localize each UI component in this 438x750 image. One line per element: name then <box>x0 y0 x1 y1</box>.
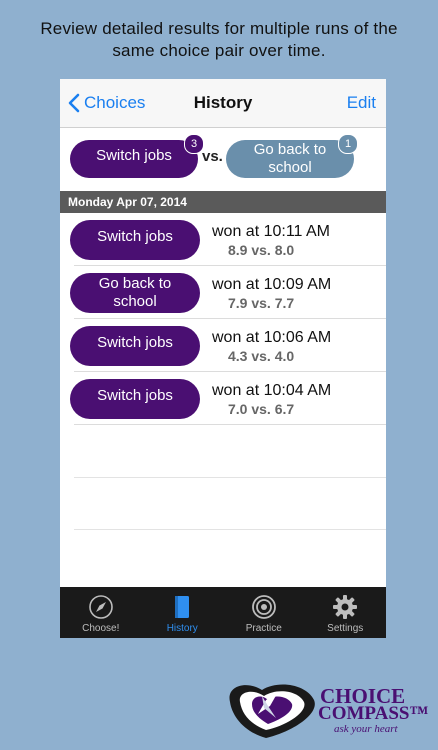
caption-line-1: Review detailed results for multiple run… <box>40 19 398 38</box>
score-text: 4.3 vs. 4.0 <box>228 348 295 364</box>
score-text: 7.9 vs. 7.7 <box>228 295 295 311</box>
caption: Review detailed results for multiple run… <box>0 18 438 62</box>
result-text: won at 10:04 AM <box>212 382 332 399</box>
count-badge-right: 1 <box>338 134 358 154</box>
navigation-bar: Choices History Edit <box>60 79 386 128</box>
score-text: 7.0 vs. 6.7 <box>228 401 295 417</box>
tab-bar: Choose! History Practice Settings <box>60 587 386 638</box>
logo-text-compass: COMPASS™ <box>318 703 429 724</box>
tab-settings-label: Settings <box>327 623 364 634</box>
result-text: won at 10:11 AM <box>212 223 330 240</box>
row-divider <box>74 318 386 319</box>
score-text: 8.9 vs. 8.0 <box>228 242 295 258</box>
back-button[interactable]: Choices <box>68 92 145 114</box>
count-badge-left: 3 <box>184 134 204 154</box>
tab-choose-label: Choose! <box>82 623 120 634</box>
tab-history[interactable]: History <box>142 587 224 638</box>
tab-practice[interactable]: Practice <box>223 587 305 638</box>
vs-label: vs. <box>202 148 223 165</box>
book-icon <box>175 596 190 618</box>
edit-button[interactable]: Edit <box>347 93 376 113</box>
winner-choice-label-line-1: Switch jobs <box>97 228 173 245</box>
history-row[interactable]: Switch jobs won at 10:06 AM 4.3 vs. 4.0 <box>60 320 386 372</box>
caption-line-2: same choice pair over time. <box>112 41 326 60</box>
choice-compass-logo: CHOICE COMPASS™ ask your heart <box>222 676 428 740</box>
row-divider <box>74 424 386 425</box>
winner-choice-label-line-1: Switch jobs <box>97 334 173 351</box>
empty-row-divider <box>74 529 386 530</box>
winner-choice-pill: Go back to school <box>70 273 200 313</box>
choice-left-label: Switch jobs <box>96 147 172 164</box>
tab-choose[interactable]: Choose! <box>60 587 142 638</box>
compass-icon <box>88 595 113 619</box>
history-row[interactable]: Switch jobs won at 10:04 AM 7.0 vs. 6.7 <box>60 373 386 425</box>
date-section-header: Monday Apr 07, 2014 <box>60 191 386 213</box>
chevron-left-icon <box>68 93 80 113</box>
history-row[interactable]: Go back to school won at 10:09 AM 7.9 vs… <box>60 267 386 319</box>
target-icon <box>251 595 276 619</box>
result-text: won at 10:06 AM <box>212 329 332 346</box>
logo-heart-compass-icon <box>229 684 315 738</box>
winner-choice-label-line-2: school <box>113 293 157 310</box>
choice-right-label-line-1: Go back to <box>253 141 327 158</box>
choice-pair-header: Switch jobs 3 vs. Go back to school 1 <box>60 128 386 190</box>
gear-icon <box>333 595 358 619</box>
row-divider <box>74 265 386 266</box>
choice-pill-left[interactable]: Switch jobs <box>70 140 198 178</box>
winner-choice-pill: Switch jobs <box>70 220 200 260</box>
logo-tagline: ask your heart <box>334 723 398 735</box>
choice-right-label-line-2: school <box>268 159 312 176</box>
tab-history-label: History <box>166 623 198 634</box>
winner-choice-label-line-1: Switch jobs <box>97 387 173 404</box>
history-row[interactable]: Switch jobs won at 10:11 AM 8.9 vs. 8.0 <box>60 214 386 266</box>
tab-practice-label: Practice <box>245 623 282 634</box>
winner-choice-label-line-1: Go back to <box>98 275 172 292</box>
winner-choice-pill: Switch jobs <box>70 379 200 419</box>
back-button-label: Choices <box>84 93 146 112</box>
choice-pill-right[interactable]: Go back to school <box>226 140 354 178</box>
phone-screen: Choices History Edit Switch jobs 3 vs. G… <box>60 79 386 638</box>
winner-choice-pill: Switch jobs <box>70 326 200 366</box>
tab-settings[interactable]: Settings <box>305 587 387 638</box>
result-text: won at 10:09 AM <box>212 276 332 293</box>
empty-row-divider <box>74 477 386 478</box>
row-divider <box>74 371 386 372</box>
